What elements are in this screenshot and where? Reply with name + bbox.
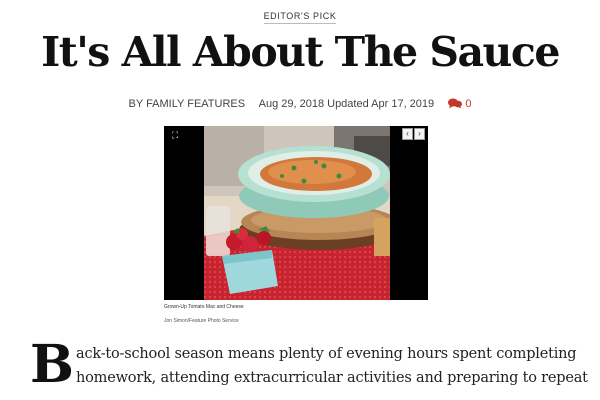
byline-author[interactable]: BY FAMILY FEATURES (129, 98, 246, 110)
fullscreen-icon[interactable]: ⛶ (169, 129, 181, 141)
editors-pick-label-wrap: EDITOR'S PICK (0, 6, 600, 24)
editors-pick-label[interactable]: EDITOR'S PICK (263, 11, 337, 24)
published-date: Aug 29, 2018 (258, 98, 325, 110)
byline: BY FAMILY FEATURES Aug 29, 2018 Updated … (0, 98, 600, 110)
body-text-line: ack-to-school season means plenty of eve… (76, 346, 577, 362)
photo-credit: Jon Simon/Feature Photo Service (164, 318, 239, 324)
comment-count: 0 (465, 98, 472, 110)
comment-bubbles-icon (448, 98, 463, 109)
body-text-line: homework, attending extracurricular acti… (76, 370, 588, 386)
article-photo[interactable] (204, 126, 390, 300)
photo-gallery[interactable]: ⛶ ‹ › (164, 126, 428, 300)
comment-count-link[interactable]: 0 (448, 98, 471, 110)
drop-cap: B (30, 334, 74, 395)
gallery-next-button[interactable]: › (414, 128, 425, 140)
article-headline: It's All About The Sauce (41, 28, 560, 76)
photo-caption: Grown-Up Tomato Mac and Cheese (164, 304, 244, 310)
gallery-prev-button[interactable]: ‹ (402, 128, 413, 140)
updated-date: Updated Apr 17, 2019 (327, 98, 435, 110)
